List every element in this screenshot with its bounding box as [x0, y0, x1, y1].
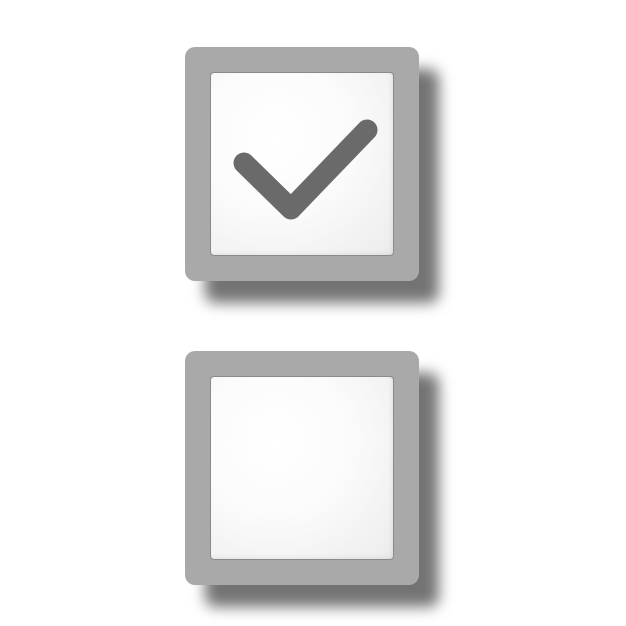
checkbox-unchecked-face	[210, 376, 394, 560]
checkbox-stage	[0, 0, 626, 626]
checkbox-checked-face	[210, 72, 394, 256]
checkmark-icon	[233, 119, 378, 220]
checkbox-unchecked[interactable]	[185, 351, 419, 585]
checkbox-checked[interactable]	[185, 47, 419, 281]
